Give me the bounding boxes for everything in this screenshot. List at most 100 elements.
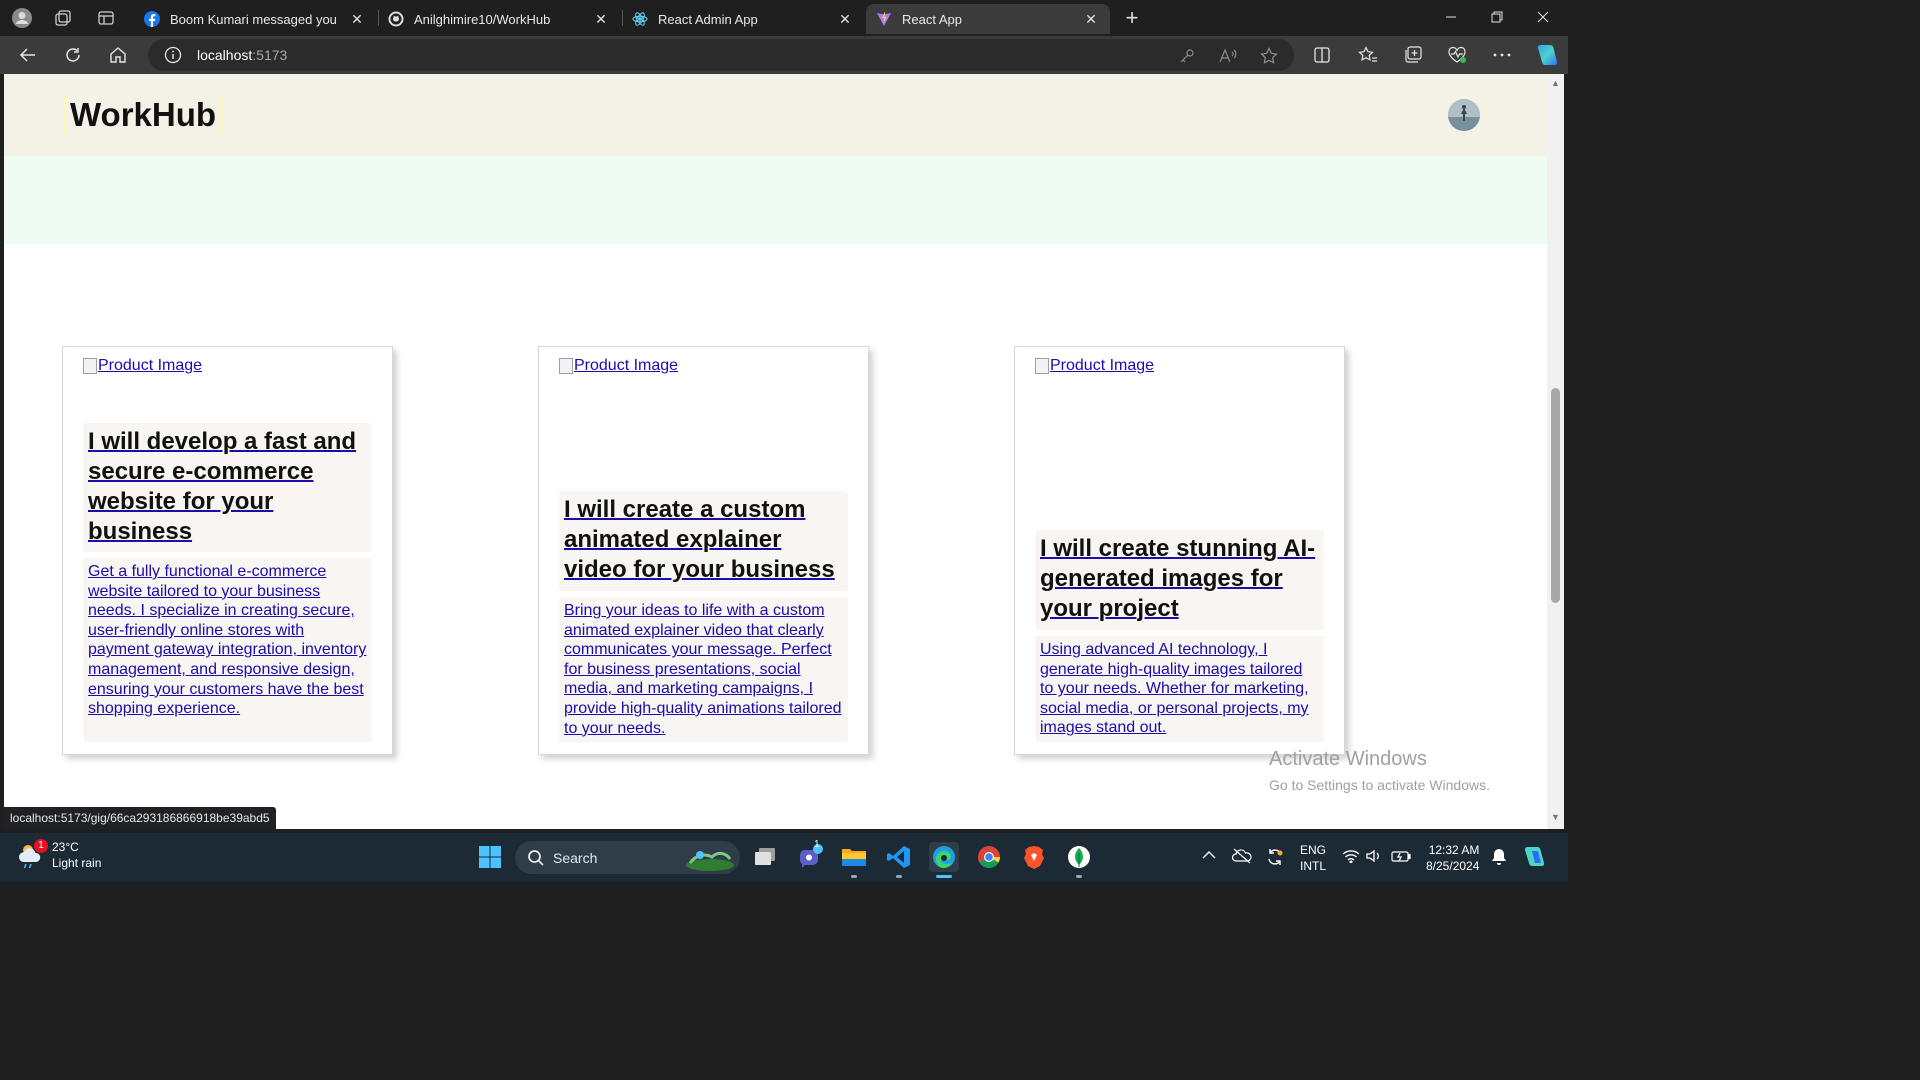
profile-icon[interactable] (10, 6, 34, 30)
tab-react-app[interactable]: React App ✕ (866, 4, 1110, 34)
sync-icon[interactable] (1265, 847, 1285, 870)
tab-title: Boom Kumari messaged you (170, 11, 337, 27)
close-tab-icon[interactable]: ✕ (592, 11, 610, 28)
browser-tab-strip: Boom Kumari messaged you ✕ Anilghimire10… (0, 0, 1568, 36)
gig-title-box: I will create stunning AI-generated imag… (1035, 530, 1324, 630)
refresh-button[interactable] (59, 41, 87, 69)
vite-icon (876, 11, 892, 27)
site-info-icon[interactable] (164, 46, 182, 64)
minimize-button[interactable] (1428, 0, 1474, 34)
chrome-icon[interactable] (974, 842, 1004, 872)
read-aloud-icon[interactable] (1218, 46, 1238, 66)
windows-taskbar: 1 23°C Light rain Search 1 ENG INTL 12:3… (0, 833, 1568, 882)
gig-card[interactable]: Product Image I will develop a fast and … (62, 346, 393, 755)
weather-temp: 23°C (52, 840, 79, 854)
key-icon[interactable] (1177, 46, 1197, 66)
gig-title-link[interactable]: I will create stunning AI-generated imag… (1040, 535, 1315, 622)
running-indicator (851, 875, 857, 878)
tab-github[interactable]: Anilghimire10/WorkHub ✕ (378, 4, 620, 34)
tab-title: React Admin App (658, 11, 758, 27)
split-screen-icon[interactable] (1310, 44, 1334, 66)
gig-description-box: Bring your ideas to life with a custom a… (559, 597, 848, 742)
broken-image-icon (559, 358, 573, 374)
browser-essentials-icon[interactable] (1445, 44, 1469, 66)
gig-title-box: I will create a custom animated explaine… (559, 491, 848, 591)
scrollbar-thumb[interactable] (1551, 388, 1560, 603)
gig-description-link[interactable]: Get a fully functional e-commerce websit… (88, 563, 366, 717)
gig-card[interactable]: Product Image I will create a custom ani… (538, 346, 869, 755)
address-bar[interactable]: localhost:5173 (148, 39, 1294, 71)
gig-description-box: Get a fully functional e-commerce websit… (83, 558, 372, 742)
teams-chat-icon[interactable]: 1 (795, 839, 825, 872)
close-tab-icon[interactable]: ✕ (348, 11, 366, 28)
tab-title: React App (902, 11, 962, 27)
close-tab-icon[interactable]: ✕ (1082, 11, 1100, 28)
language-indicator[interactable]: ENG INTL (1300, 842, 1326, 874)
collections-icon[interactable] (1401, 44, 1425, 66)
react-icon (632, 11, 648, 27)
gig-description-link[interactable]: Bring your ideas to life with a custom a… (564, 602, 842, 737)
battery-icon[interactable] (1391, 849, 1411, 866)
gig-image-link[interactable]: Product Image (83, 357, 202, 375)
running-indicator (936, 875, 952, 878)
running-indicator (896, 875, 902, 878)
task-view-icon[interactable] (750, 842, 780, 872)
gig-title-link[interactable]: I will create a custom animated explaine… (564, 496, 835, 583)
tab-react-admin[interactable]: React Admin App ✕ (622, 4, 864, 34)
gig-title-link[interactable]: I will develop a fast and secure e-comme… (88, 428, 356, 545)
close-window-button[interactable] (1520, 0, 1566, 34)
close-tab-icon[interactable]: ✕ (836, 11, 854, 28)
show-hidden-icons-icon[interactable] (1202, 849, 1216, 863)
new-tab-button[interactable]: + (1120, 5, 1144, 30)
copilot-taskbar-icon[interactable] (1522, 845, 1548, 872)
page-viewport: WorkHub Product Image I will develop a f… (4, 74, 1547, 829)
activate-windows-watermark: Activate Windows Go to Settings to activ… (1269, 748, 1490, 793)
favorites-icon[interactable] (1356, 44, 1380, 66)
taskbar-search[interactable]: Search (515, 841, 740, 874)
copilot-icon[interactable] (1533, 41, 1561, 69)
url-text: localhost:5173 (197, 47, 288, 63)
workspaces-icon[interactable] (51, 6, 75, 30)
gig-image-link[interactable]: Product Image (1035, 357, 1154, 375)
gig-title-box: I will develop a fast and secure e-comme… (83, 423, 372, 552)
user-avatar-icon[interactable] (1448, 99, 1480, 131)
start-button[interactable] (475, 842, 505, 872)
facebook-icon (144, 11, 160, 27)
weather-badge: 1 (34, 839, 48, 853)
tab-facebook[interactable]: Boom Kumari messaged you ✕ (134, 4, 376, 34)
vertical-tabs-icon[interactable] (94, 6, 118, 30)
notification-bell-icon[interactable] (1491, 848, 1507, 869)
wifi-icon[interactable] (1342, 849, 1360, 866)
broken-image-icon (83, 358, 97, 374)
clock[interactable]: 12:32 AM 8/25/2024 (1426, 842, 1479, 874)
site-header: WorkHub (4, 74, 1547, 156)
volume-icon[interactable] (1366, 849, 1384, 866)
page-scrollbar[interactable]: ▲ ▼ (1547, 74, 1564, 829)
gig-description-link[interactable]: Using advanced AI technology, I generate… (1040, 641, 1309, 736)
broken-image-icon (1035, 358, 1049, 374)
gig-image-link[interactable]: Product Image (559, 357, 678, 375)
gig-card[interactable]: Product Image I will create stunning AI-… (1014, 346, 1345, 755)
scroll-down-arrow-icon[interactable]: ▼ (1550, 812, 1561, 823)
tab-title: Anilghimire10/WorkHub (414, 11, 551, 27)
restore-button[interactable] (1474, 0, 1520, 34)
back-button[interactable] (14, 41, 42, 69)
edge-icon[interactable] (929, 842, 959, 872)
favorite-star-icon[interactable] (1259, 46, 1279, 66)
scroll-up-arrow-icon[interactable]: ▲ (1550, 78, 1561, 89)
onedrive-offline-icon[interactable] (1231, 848, 1252, 867)
weather-desc: Light rain (52, 856, 102, 870)
brave-icon[interactable] (1019, 842, 1049, 872)
mongodb-compass-icon[interactable] (1064, 842, 1094, 872)
hero-banner (4, 156, 1547, 244)
brand-logo[interactable]: WorkHub (64, 96, 223, 134)
browser-toolbar: localhost:5173 (0, 36, 1568, 74)
vscode-icon[interactable] (884, 842, 914, 872)
gig-description-box: Using advanced AI technology, I generate… (1035, 636, 1324, 742)
running-indicator (1076, 875, 1082, 878)
home-button[interactable] (104, 41, 132, 69)
file-explorer-icon[interactable] (839, 842, 869, 872)
search-icon (528, 849, 544, 866)
weather-widget[interactable]: 1 23°C Light rain (16, 839, 101, 871)
more-options-icon[interactable] (1490, 44, 1514, 66)
